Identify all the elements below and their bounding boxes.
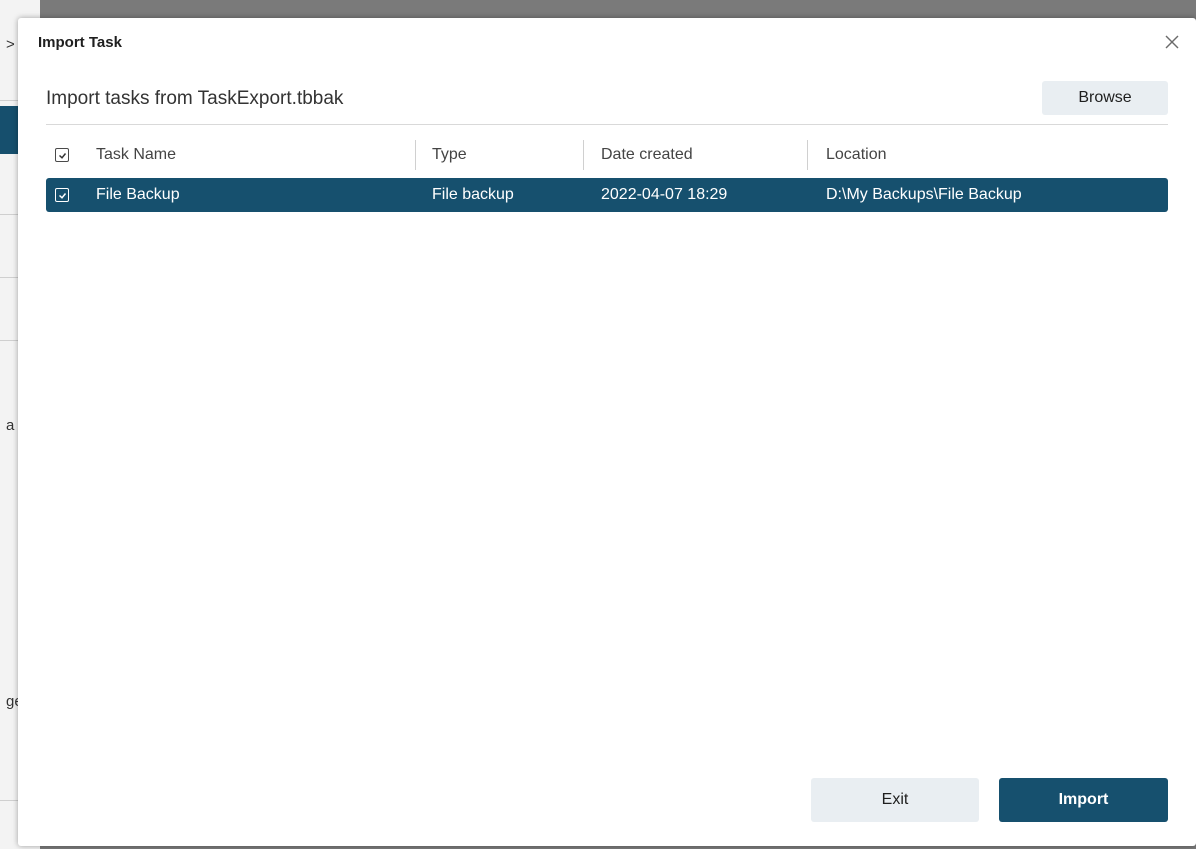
column-separator[interactable] bbox=[807, 140, 808, 170]
column-separator[interactable] bbox=[583, 140, 584, 170]
header-divider bbox=[46, 124, 1168, 125]
row-checkbox[interactable] bbox=[55, 188, 69, 202]
table-row[interactable]: File Backup File backup 2022-04-07 18:29… bbox=[46, 178, 1168, 212]
background-fragment: > bbox=[6, 36, 15, 53]
dialog-titlebar: Import Task bbox=[18, 18, 1196, 70]
browse-button[interactable]: Browse bbox=[1042, 81, 1168, 115]
exit-button[interactable]: Exit bbox=[811, 778, 979, 822]
import-button[interactable]: Import bbox=[999, 778, 1168, 822]
import-task-dialog: Import Task Import tasks from TaskExport… bbox=[18, 18, 1196, 846]
check-icon bbox=[58, 192, 66, 199]
select-all-checkbox[interactable] bbox=[55, 148, 69, 162]
row-date-created: 2022-04-07 18:29 bbox=[601, 186, 728, 203]
background-fragment: a bbox=[6, 417, 15, 434]
row-location: D:\My Backups\File Backup bbox=[826, 186, 1022, 203]
column-header-type[interactable]: Type bbox=[432, 135, 467, 175]
import-source-label: Import tasks from TaskExport.tbbak bbox=[46, 88, 344, 109]
column-separator[interactable] bbox=[415, 140, 416, 170]
column-header-task-name[interactable]: Task Name bbox=[96, 135, 176, 175]
table-header: Task Name Type Date created Location bbox=[46, 135, 1168, 175]
row-type: File backup bbox=[432, 186, 514, 203]
dialog-title: Import Task bbox=[38, 34, 122, 51]
close-icon[interactable] bbox=[1162, 32, 1182, 52]
column-header-date-created[interactable]: Date created bbox=[601, 135, 693, 175]
check-icon bbox=[58, 152, 66, 159]
column-header-location[interactable]: Location bbox=[826, 135, 887, 175]
row-task-name: File Backup bbox=[96, 186, 180, 203]
